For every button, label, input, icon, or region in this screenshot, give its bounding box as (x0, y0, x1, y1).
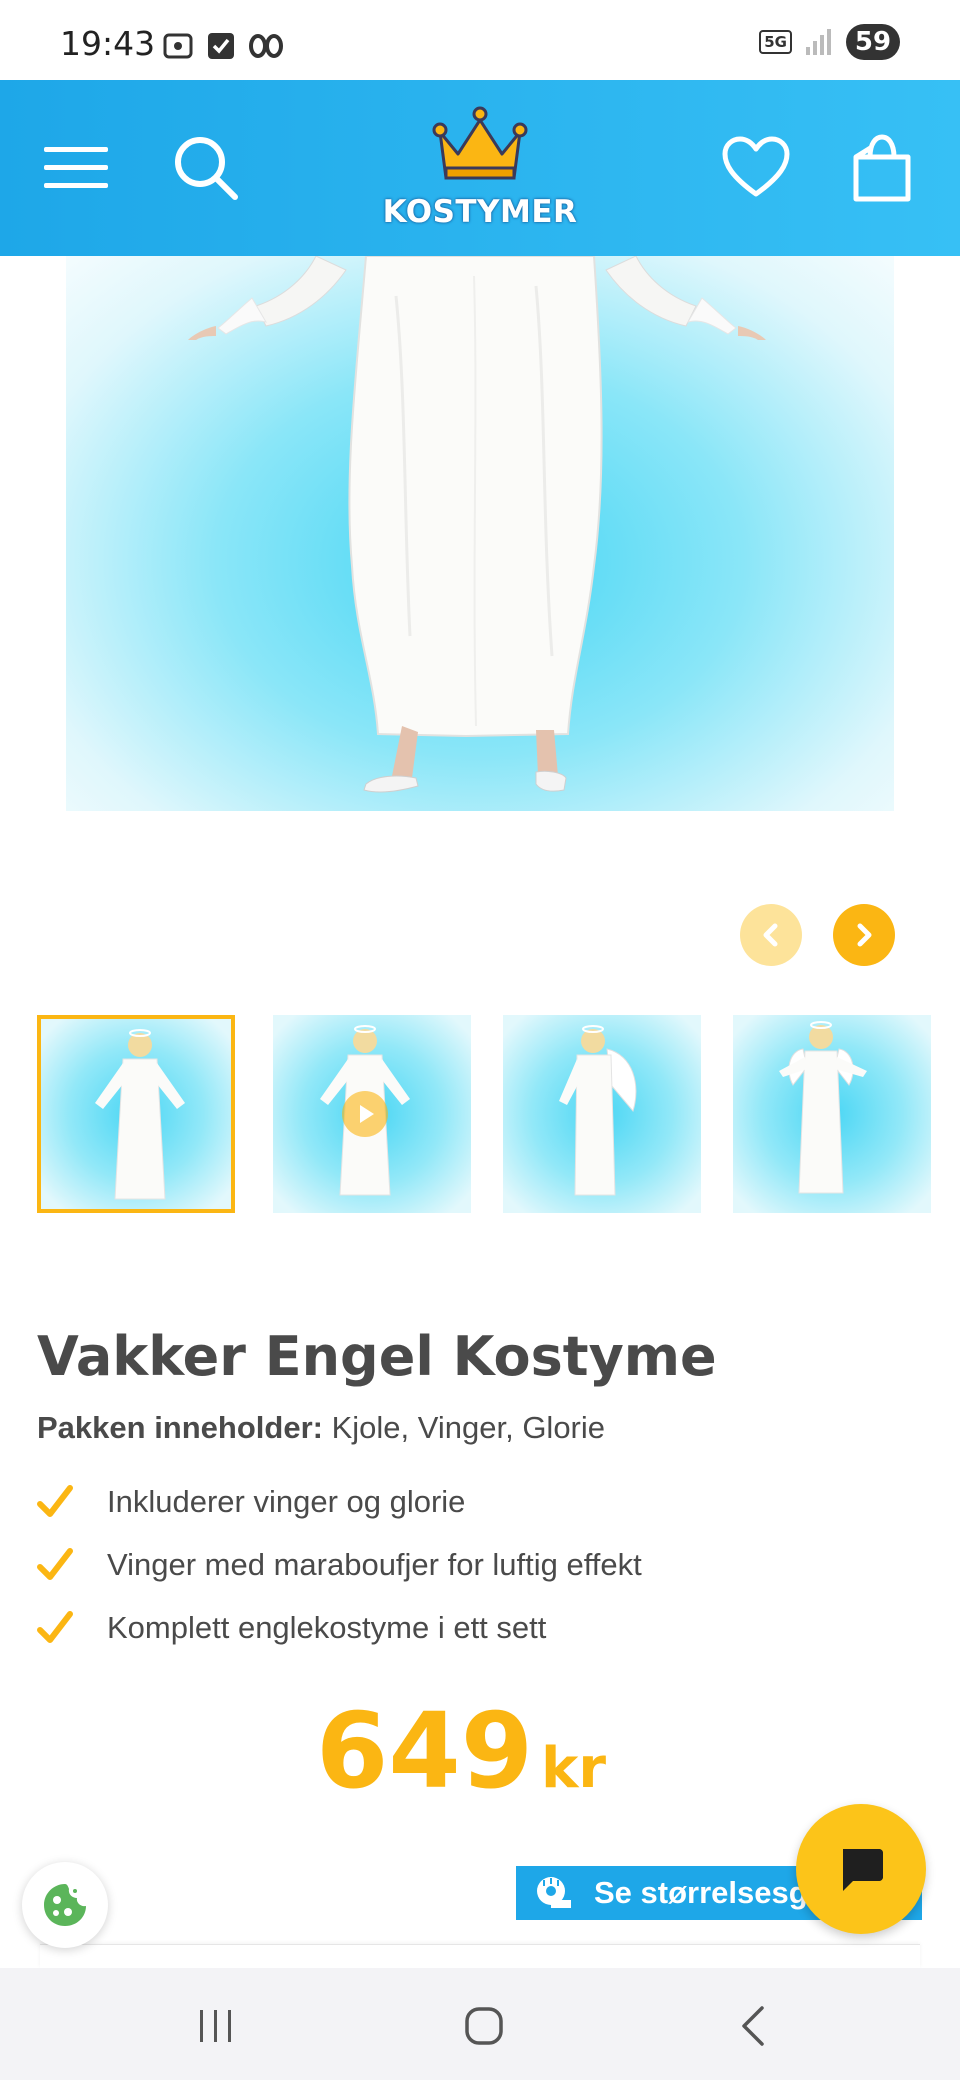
package-contents: Pakken inneholder: Kjole, Vinger, Glorie (37, 1410, 605, 1446)
chat-bubble-icon (843, 1849, 883, 1891)
video-play-icon (342, 1091, 388, 1137)
logo-text: KOSTYMER (382, 194, 578, 230)
checkbox-icon (208, 33, 234, 59)
checkmark-icon (37, 1611, 73, 1643)
back-icon (742, 2006, 764, 2046)
chevron-left-icon (763, 923, 778, 947)
screenshot-icon (163, 33, 193, 59)
thumbnail-1[interactable] (37, 1015, 235, 1213)
home-icon (465, 2007, 503, 2045)
price-currency: kr (541, 1736, 606, 1801)
thumbnail-3[interactable] (503, 1015, 701, 1213)
menu-button[interactable] (36, 128, 116, 208)
product-main-image[interactable] (66, 256, 894, 811)
size-guide-label: Se størrelsesg (594, 1875, 808, 1910)
cookie-icon (44, 1884, 86, 1926)
package-items: Kjole, Vinger, Glorie (331, 1410, 606, 1445)
feature-text: Komplett englekostyme i ett sett (107, 1610, 547, 1645)
product-title: Vakker Engel Kostyme (37, 1325, 717, 1388)
thumbnail-4[interactable] (733, 1015, 931, 1213)
network-5g-icon: 5G (759, 30, 792, 54)
home-button[interactable] (454, 1996, 514, 2056)
price-amount: 649 (316, 1690, 534, 1812)
feature-item: Inkluderer vinger og glorie (37, 1484, 465, 1520)
chevron-right-icon (857, 923, 872, 947)
checkmark-icon (37, 1548, 73, 1580)
thumbnail-figure (559, 1025, 637, 1196)
search-button[interactable] (166, 128, 246, 208)
angel-costume-photo (188, 256, 766, 793)
voicemail-icon (249, 34, 283, 58)
package-label: Pakken inneholder: (37, 1410, 323, 1445)
site-logo[interactable]: KOSTYMER (380, 102, 580, 232)
status-notification-icons (162, 30, 284, 62)
feature-item: Vinger med maraboufjer for luftig effekt (37, 1547, 642, 1583)
menu-icon (44, 147, 108, 188)
thumbnail-figure (95, 1029, 185, 1200)
back-button[interactable] (724, 1996, 784, 2056)
search-icon (175, 137, 238, 200)
feature-text: Inkluderer vinger og glorie (107, 1484, 466, 1519)
cookie-settings-button[interactable] (22, 1862, 108, 1948)
status-time: 19:43 (60, 24, 156, 63)
feature-item: Komplett englekostyme i ett sett (37, 1610, 546, 1646)
system-nav-bar (0, 1968, 960, 2080)
signal-icon (806, 29, 831, 55)
gallery-prev-button[interactable] (740, 904, 802, 966)
shopping-bag-icon (853, 134, 911, 202)
heart-icon (722, 136, 790, 197)
thumbnail-2[interactable] (273, 1015, 471, 1213)
thumbnail-figure (779, 1021, 867, 1194)
site-header: KOSTYMER (0, 80, 960, 256)
crown-icon (432, 106, 528, 180)
checkmark-icon (37, 1485, 73, 1517)
status-bar: 19:43 5G 59 (0, 0, 960, 80)
cart-button[interactable] (842, 128, 922, 208)
recents-button[interactable] (186, 1996, 246, 2056)
feature-text: Vinger med maraboufjer for luftig effekt (107, 1547, 642, 1582)
recents-icon (200, 2010, 231, 2042)
product-price: 649 kr (316, 1690, 606, 1812)
battery-indicator: 59 (846, 24, 900, 60)
next-section-card (40, 1944, 920, 1968)
chat-button[interactable] (796, 1804, 926, 1934)
status-system-icons: 5G 59 (759, 24, 900, 60)
measuring-tape-icon (537, 1877, 571, 1908)
gallery-next-button[interactable] (833, 904, 895, 966)
wishlist-button[interactable] (716, 128, 796, 208)
